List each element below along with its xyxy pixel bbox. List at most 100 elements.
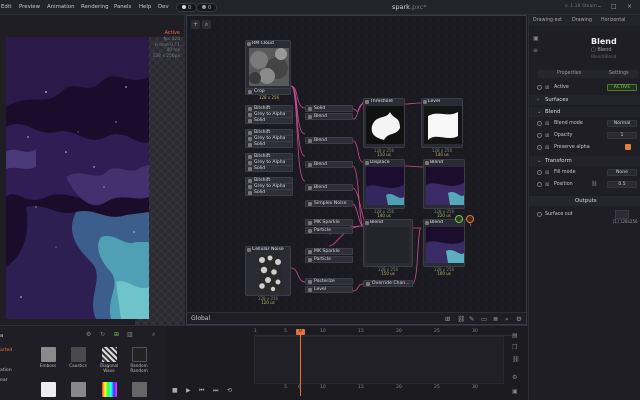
blend-mode-select[interactable]: Normal <box>607 120 637 127</box>
tab-drawing[interactable]: Drawing <box>572 18 592 23</box>
output-thumbnail[interactable] <box>615 210 629 219</box>
search-icon[interactable]: ⌕ <box>505 315 509 324</box>
node-rm-cloud[interactable]: RM Cloud <box>245 40 291 93</box>
opacity-field[interactable]: 1 <box>607 132 637 139</box>
timeline-track-area[interactable] <box>254 336 504 384</box>
folder-icon[interactable]: ▤ <box>512 332 518 339</box>
node-level[interactable]: Level <box>421 98 463 148</box>
warning-count-badge[interactable]: 0 <box>176 3 198 12</box>
node-level-small[interactable]: Level <box>305 286 353 293</box>
visibility-icon[interactable] <box>537 121 542 126</box>
visibility-icon[interactable] <box>537 170 542 175</box>
menu-dev[interactable]: Dev <box>158 4 169 10</box>
maximize-icon[interactable]: □ <box>611 3 617 10</box>
node-simplex-noise[interactable]: Simplex Noise <box>305 200 353 207</box>
node-displace[interactable]: Displace <box>363 159 405 209</box>
menu-animation[interactable]: Animation <box>47 4 74 10</box>
preview-image[interactable] <box>6 37 149 319</box>
play-icon[interactable]: ▶ <box>186 387 191 394</box>
node-blend[interactable]: Blend <box>305 161 353 168</box>
visibility-icon[interactable] <box>537 133 542 138</box>
node-particle[interactable]: Particle <box>305 227 353 234</box>
active-toggle[interactable]: ACTIVE <box>607 84 637 91</box>
anim-toggle-icon[interactable]: ⊠ <box>545 145 549 151</box>
tab-horizontal[interactable]: Horizontal <box>601 18 626 23</box>
list-icon[interactable]: ≡ <box>533 47 538 54</box>
tab-settings[interactable]: Settings <box>609 71 629 76</box>
asset-item[interactable]: Emboss <box>37 347 59 369</box>
link-icon[interactable]: ⛓ <box>512 356 520 363</box>
section-transform[interactable]: ⌄ Transform <box>529 156 640 166</box>
timeline-ruler[interactable]: 1 5 10 15 20 25 30 <box>254 328 516 336</box>
category-item[interactable]: ation <box>0 368 12 373</box>
link-icon[interactable]: ⛓ <box>591 181 597 187</box>
node-blend[interactable]: Blend <box>305 137 353 144</box>
node-mk-sparkle[interactable]: MK Sparkle <box>305 219 353 226</box>
layout-icon[interactable]: ▥ <box>127 331 133 338</box>
category-label[interactable]: a <box>0 333 3 339</box>
menu-rendering[interactable]: Rendering <box>81 4 109 10</box>
node-blend-lower[interactable]: Blend <box>363 219 413 267</box>
layers-icon[interactable]: ≣ <box>493 315 498 323</box>
anim-toggle-icon[interactable]: ⊠ <box>545 170 549 176</box>
add-folder-icon[interactable]: ⊞ <box>114 331 119 338</box>
asset-item[interactable]: Caustics <box>67 347 89 369</box>
settings-icon[interactable]: ⚙ <box>512 374 517 381</box>
anim-toggle-icon[interactable]: ⊠ <box>545 182 549 188</box>
gear-icon[interactable]: ⚙ <box>86 331 91 338</box>
panel-layout-icon[interactable]: ▣ <box>533 35 539 42</box>
timeline-panel[interactable]: 1 5 10 15 20 25 30 0 5 6 10 15 20 25 30 … <box>166 325 528 400</box>
section-blend[interactable]: ⌄ Blend <box>529 107 640 117</box>
position-field[interactable]: 0.5 <box>607 181 637 188</box>
menu-preview[interactable]: Preview <box>19 4 40 10</box>
link-icon[interactable]: ⛓ <box>457 315 465 323</box>
grid-icon[interactable]: ⊞ <box>445 315 450 323</box>
node-blend-right[interactable]: Blend <box>423 219 465 267</box>
asset-item[interactable] <box>98 382 120 399</box>
minimize-icon[interactable]: – <box>598 3 601 10</box>
section-surfaces[interactable]: › Surfaces <box>529 95 640 105</box>
asset-item[interactable]: Random Random <box>128 347 150 373</box>
stop-icon[interactable]: ■ <box>172 387 178 394</box>
node-blend[interactable]: Blend <box>305 113 353 120</box>
dock-icon[interactable]: ▣ <box>512 388 518 395</box>
search-icon[interactable]: ⌕ <box>152 331 155 339</box>
copy-icon[interactable]: ❐ <box>512 344 517 351</box>
node-posterize[interactable]: Posterize <box>305 278 353 285</box>
node-blend[interactable]: Blend <box>305 184 353 191</box>
category-item[interactable]: ear <box>0 378 8 383</box>
preserve-alpha-checkbox[interactable] <box>625 144 631 150</box>
close-icon[interactable]: × <box>627 3 632 10</box>
frame-icon[interactable]: ▭ <box>481 315 487 323</box>
visibility-icon[interactable] <box>537 85 542 90</box>
node-solid[interactable]: Solid <box>245 117 293 124</box>
output-inspect-icon[interactable] <box>466 215 474 223</box>
node-solid[interactable]: Solid <box>245 165 293 172</box>
asset-item[interactable] <box>67 382 89 399</box>
tab-drawing-ext[interactable]: Drawing ext <box>533 18 562 23</box>
node-crop[interactable]: Crop <box>245 88 291 95</box>
settings-icon[interactable]: ⚙ <box>516 315 522 323</box>
visibility-icon[interactable] <box>537 182 542 187</box>
node-blend-mid[interactable]: Blend <box>423 159 465 209</box>
menu-help[interactable]: Help <box>139 4 151 10</box>
anim-toggle-icon[interactable]: ⊠ <box>545 85 549 91</box>
visibility-icon[interactable] <box>537 145 542 150</box>
asset-item[interactable]: Diagonal Wave <box>98 347 120 373</box>
node-solid[interactable]: Solid <box>245 141 293 148</box>
node-threshold[interactable]: Threshold <box>363 98 405 148</box>
fill-mode-select[interactable]: None <box>607 169 637 176</box>
step-back-icon[interactable]: ⏮ <box>199 387 204 395</box>
category-item[interactable]: arted <box>0 348 12 353</box>
asset-item[interactable] <box>128 382 150 399</box>
anim-toggle-icon[interactable]: ⊠ <box>545 133 549 139</box>
node-cellular-noise[interactable]: Cellular Noise <box>245 246 291 296</box>
node-mk-sparkle[interactable]: MK Sparkle <box>305 248 353 255</box>
refresh-icon[interactable]: ↻ <box>100 331 105 338</box>
tab-properties[interactable]: Properties <box>557 71 581 76</box>
output-preview-icon[interactable] <box>455 215 463 223</box>
menu-panels[interactable]: Panels <box>114 4 131 10</box>
asset-item[interactable] <box>37 382 59 399</box>
loop-icon[interactable]: ⟲ <box>227 387 232 394</box>
node-solid[interactable]: Solid <box>245 189 293 196</box>
